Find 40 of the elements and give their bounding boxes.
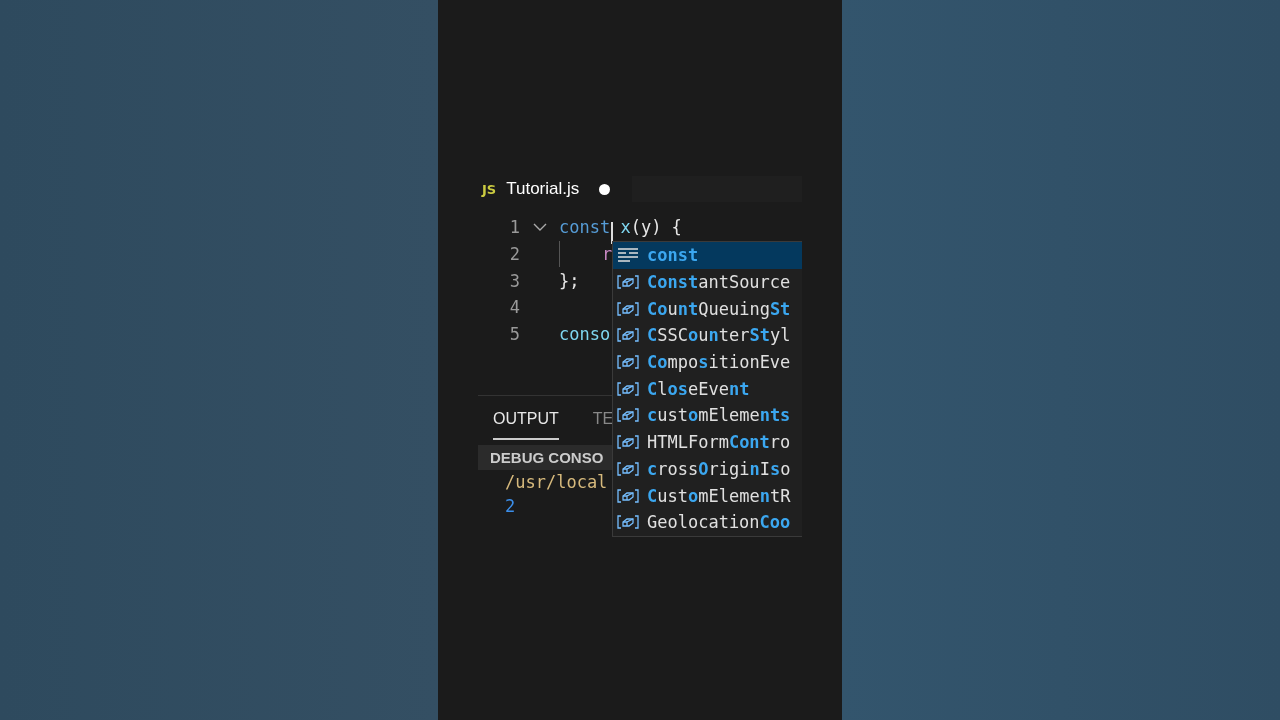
suggestion-item[interactable]: HTMLFormContro: [613, 428, 802, 456]
tab-title: Tutorial.js: [506, 179, 580, 199]
line-number: 1: [508, 217, 520, 238]
variable-icon: [617, 514, 639, 531]
suggestion-item[interactable]: CompositionEve: [613, 348, 802, 376]
panel-tab[interactable]: TE: [592, 410, 614, 441]
keyword-icon: [617, 247, 639, 264]
variable-icon: [617, 460, 639, 477]
line-number: 3: [508, 270, 520, 291]
console-output: /usr/local: [505, 471, 608, 495]
code-line: r: [602, 244, 613, 265]
suggestion-item[interactable]: CSSCounterStyl: [613, 322, 802, 349]
fold-chevron-icon[interactable]: [532, 222, 547, 232]
variable-icon: [617, 274, 639, 291]
suggestion-item[interactable]: customElements: [613, 402, 802, 429]
suggestion-item[interactable]: CountQueuingSt: [613, 295, 802, 323]
variable-icon: [617, 434, 639, 451]
js-file-icon: JS: [482, 181, 497, 197]
suggestion-item[interactable]: CloseEvent: [613, 375, 802, 403]
line-number: 5: [508, 324, 520, 345]
suggestion-item[interactable]: GeolocationCoo: [613, 508, 802, 536]
suggestion-item[interactable]: const: [613, 242, 802, 269]
variable-icon: [617, 487, 639, 504]
line-number: 2: [508, 244, 520, 265]
editor-tab[interactable]: JS Tutorial.js: [478, 176, 632, 202]
suggestion-item[interactable]: CustomElementR: [613, 482, 802, 509]
code-line: };: [559, 270, 580, 291]
code-line: const x(y) {: [559, 217, 682, 238]
console-output: 2: [505, 495, 516, 519]
suggestion-item[interactable]: crossOriginIso: [613, 455, 802, 483]
suggestion-item[interactable]: ConstantSource: [613, 268, 802, 296]
variable-icon: [617, 300, 639, 317]
panel-tab[interactable]: OUTPUT: [493, 410, 559, 441]
variable-icon: [617, 327, 639, 344]
variable-icon: [617, 407, 639, 424]
variable-icon: [617, 354, 639, 371]
code-line: conso: [559, 324, 611, 345]
line-number: 4: [508, 297, 520, 318]
debug-console-header[interactable]: DEBUG CONSO: [478, 445, 612, 471]
variable-icon: [617, 380, 639, 397]
